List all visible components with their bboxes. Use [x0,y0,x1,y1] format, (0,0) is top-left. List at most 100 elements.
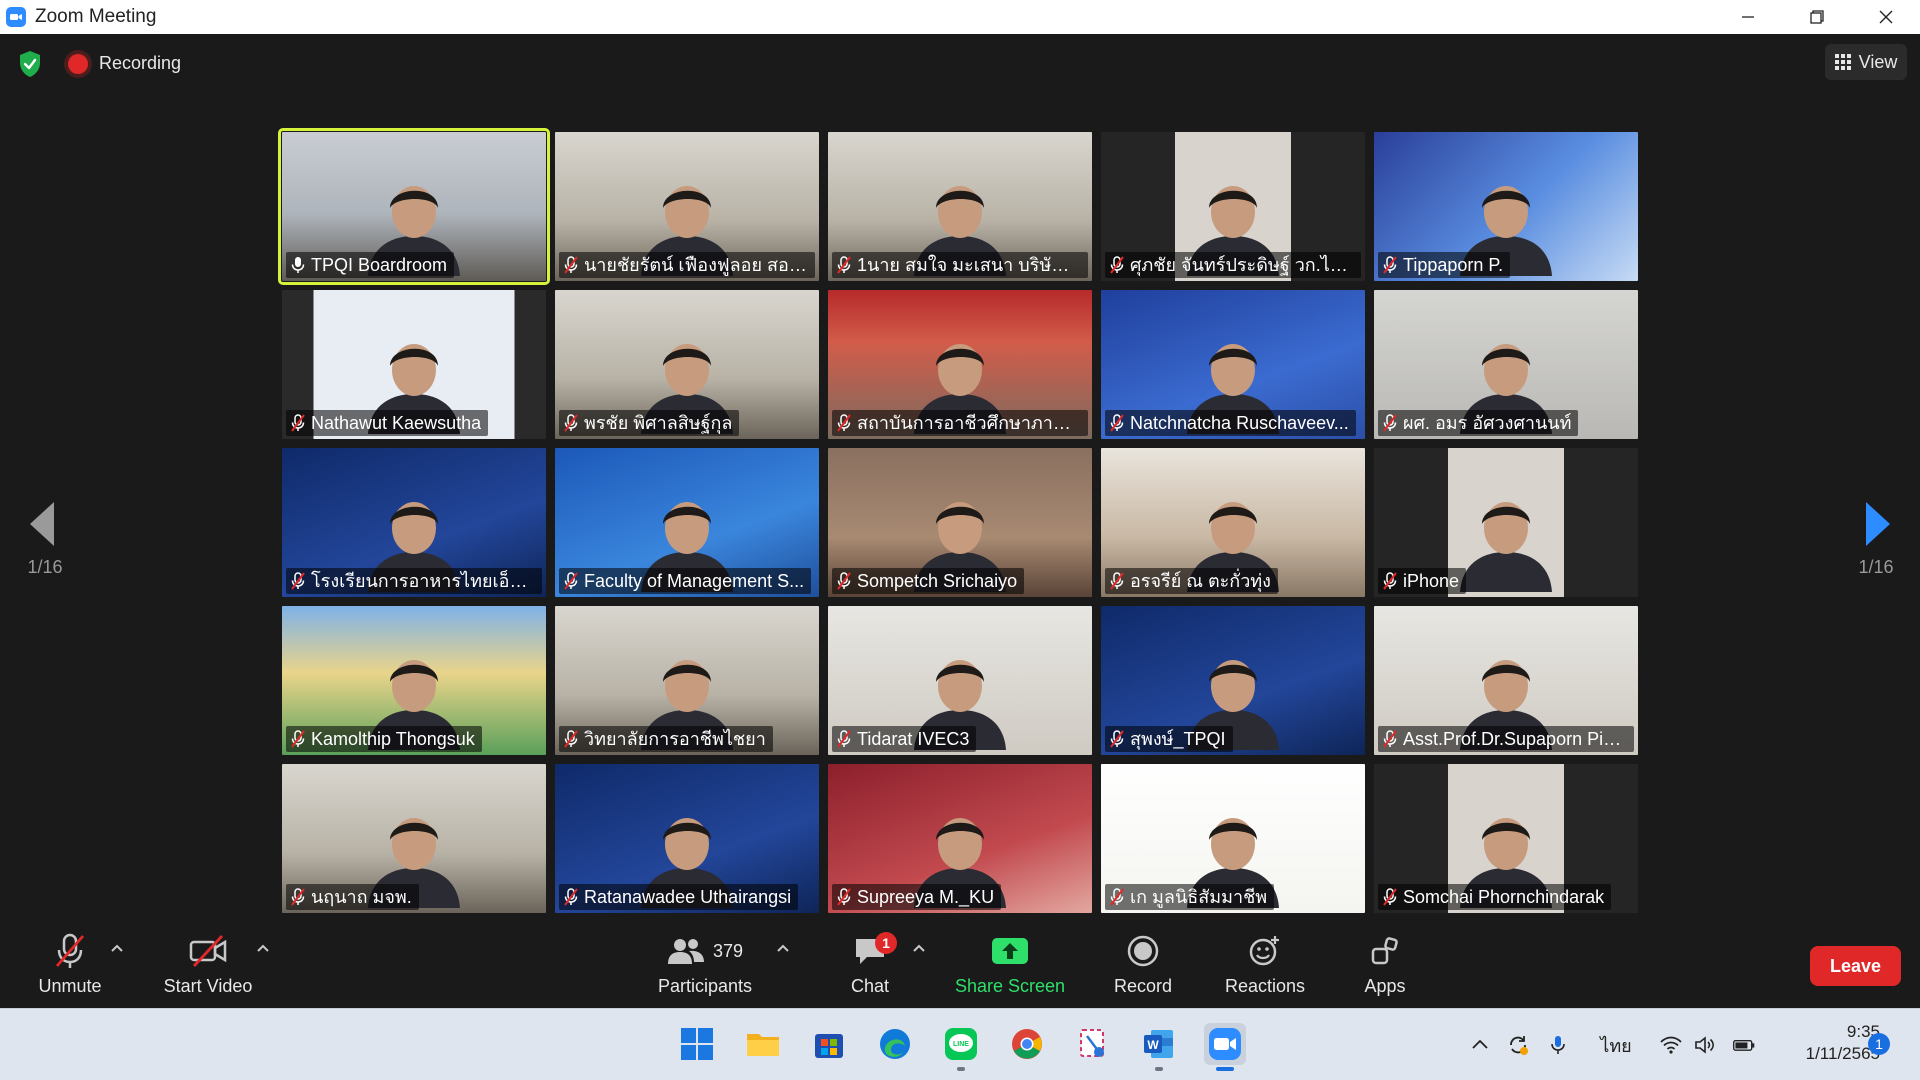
participant-video-tile[interactable]: อรจรีย์ ณ ตะกั่วทุ่ง [1101,448,1365,597]
recording-label: Recording [99,53,182,73]
mic-muted-icon [837,414,851,432]
window-title: Zoom Meeting [35,6,157,27]
meeting-area: Recording View 1/16 1/16 TPQI Boardroom น… [0,34,1920,926]
mic-muted-icon [1383,730,1397,748]
chat-options-caret[interactable] [912,940,926,952]
participant-nameplate: Tidarat IVEC3 [832,726,977,752]
participant-name: Tidarat IVEC3 [857,729,970,749]
participant-name: ศุภชัย จันทร์ประดิษฐ์ วก.ไชยา [1130,255,1354,275]
restore-button[interactable] [1782,0,1851,34]
previous-page-button[interactable] [22,494,62,554]
participant-video-tile[interactable]: Nathawut Kaewsutha [282,290,546,439]
apps-button[interactable]: Apps [1355,926,1415,1008]
participant-video-tile[interactable]: Natchnatcha Ruschaveev... [1101,290,1365,439]
microsoft-store-button[interactable] [808,1023,850,1065]
participant-video-tile[interactable]: เก มูลนิธิสัมมาชีพ [1101,764,1365,913]
participant-video-tile[interactable]: TPQI Boardroom [278,128,550,285]
start-video-button[interactable]: Start Video [158,926,258,1008]
participant-video-tile[interactable]: ผศ. อมร อัศวงศานนท์ [1374,290,1638,439]
close-button[interactable] [1851,0,1920,34]
volume-button[interactable] [1692,1031,1718,1059]
mic-muted-icon [564,888,578,906]
audio-options-caret[interactable] [110,940,124,952]
sync-status-button[interactable] [1504,1031,1532,1059]
snipping-tool-button[interactable] [1072,1023,1114,1065]
video-options-caret[interactable] [256,940,270,952]
microphone-tray-button[interactable] [1546,1031,1570,1059]
participant-video-tile[interactable]: Asst.Prof.Dr.Supaporn Pin... [1374,606,1638,755]
participant-nameplate: Nathawut Kaewsutha [286,410,489,436]
wifi-button[interactable] [1658,1031,1684,1059]
battery-button[interactable] [1730,1031,1758,1059]
chrome-icon [1012,1029,1042,1059]
participant-video-tile[interactable]: โรงเรียนการอาหารไทยเอ็มเอส... [282,448,546,597]
tray-overflow-button[interactable] [1468,1031,1492,1059]
mic-muted-icon [837,888,851,906]
participant-video-tile[interactable]: Ratanawadee Uthairangsi [555,764,819,913]
participant-video-tile[interactable]: iPhone [1374,448,1638,597]
restore-icon [1809,10,1824,24]
participant-video-tile[interactable]: Faculty of Management S... [555,448,819,597]
mic-muted-icon [1110,572,1124,590]
participants-options-caret[interactable] [776,940,790,952]
speaker-volume-icon [1695,1036,1714,1054]
participant-name: โรงเรียนการอาหารไทยเอ็มเอส... [311,571,535,591]
participant-name: TPQI Boardroom [311,255,448,275]
chevron-left-icon [30,502,54,546]
record-button[interactable]: Record [1108,926,1178,1008]
edge-browser-button[interactable] [874,1023,916,1065]
input-language[interactable]: ไทย [1596,1031,1636,1059]
shield-check-icon[interactable] [18,50,42,78]
record-label: Record [1113,976,1173,996]
participant-video-tile[interactable]: Tidarat IVEC3 [828,606,1092,755]
participant-name: วิทยาลัยการอาชีพไชยา [584,729,766,749]
minimize-button[interactable] [1713,0,1782,34]
chrome-button[interactable] [1006,1023,1048,1065]
participants-button[interactable]: 379 Participants [650,926,760,1008]
participant-video-tile[interactable]: นฤนาถ มจพ. [282,764,546,913]
mic-muted-icon [1383,256,1397,274]
zoom-taskbar-button[interactable] [1204,1023,1246,1071]
chat-unread-badge: 1 [875,932,897,954]
mic-muted-icon [837,256,851,274]
participant-video-tile[interactable]: พรชัย พิศาลสิษฐ์กุล [555,290,819,439]
word-button[interactable]: W [1138,1023,1180,1071]
mic-muted-icon [837,730,851,748]
share-screen-button[interactable]: Share Screen [952,926,1068,1008]
mic-muted-icon [1383,572,1397,590]
line-app-button[interactable]: LINE [940,1023,982,1071]
participant-name: นฤนาถ มจพ. [311,887,412,907]
participant-video-tile[interactable]: สุพงษ์_TPQI [1101,606,1365,755]
participant-video-tile[interactable]: Kamolthip Thongsuk [282,606,546,755]
participant-video-tile[interactable]: ศุภชัย จันทร์ประดิษฐ์ วก.ไชยา [1101,132,1365,281]
chat-label: Chat [850,976,890,996]
chat-button[interactable]: 1 Chat [840,926,900,1008]
participant-nameplate: TPQI Boardroom [286,252,455,278]
clock-date: 1/11/2565 [1805,1044,1880,1063]
participant-video-tile[interactable]: วิทยาลัยการอาชีพไชยา [555,606,819,755]
participant-video-tile[interactable]: สถาบันการอาชีวศึกษาภาคใต้ ๑ [828,290,1092,439]
participant-video-tile[interactable]: 1นาย สมใจ มะเสนา บริษัทโค้ว... [828,132,1092,281]
running-indicator [1155,1067,1163,1071]
participant-video-tile[interactable]: นายชัยรัตน์ เฟืองฟูลอย สอก.4 [555,132,819,281]
mic-muted-icon [1110,888,1124,906]
next-page-button[interactable] [1858,494,1898,554]
mic-muted-icon [291,572,305,590]
file-explorer-button[interactable] [742,1023,784,1065]
reactions-button[interactable]: Reactions [1220,926,1310,1008]
windows-start-button[interactable] [676,1023,718,1065]
mic-muted-icon [837,572,851,590]
leave-meeting-button[interactable]: Leave [1810,946,1901,986]
unmute-button[interactable]: Unmute [30,926,110,1008]
mic-muted-icon [564,414,578,432]
participant-video-tile[interactable]: Supreeya M._KU [828,764,1092,913]
participant-video-tile[interactable]: Tippaporn P. [1374,132,1638,281]
speaker-pin-icon [291,257,305,273]
apps-label: Apps [1364,976,1406,996]
participant-video-tile[interactable]: Sompetch Srichaiyo [828,448,1092,597]
notification-badge[interactable]: 1 [1868,1033,1890,1055]
view-button[interactable]: View [1825,44,1907,80]
participant-video-tile[interactable]: Somchai Phornchindarak [1374,764,1638,913]
taskbar-clock[interactable]: 9:35 1/11/2565 [1770,1021,1880,1065]
mic-muted-icon [1110,730,1124,748]
